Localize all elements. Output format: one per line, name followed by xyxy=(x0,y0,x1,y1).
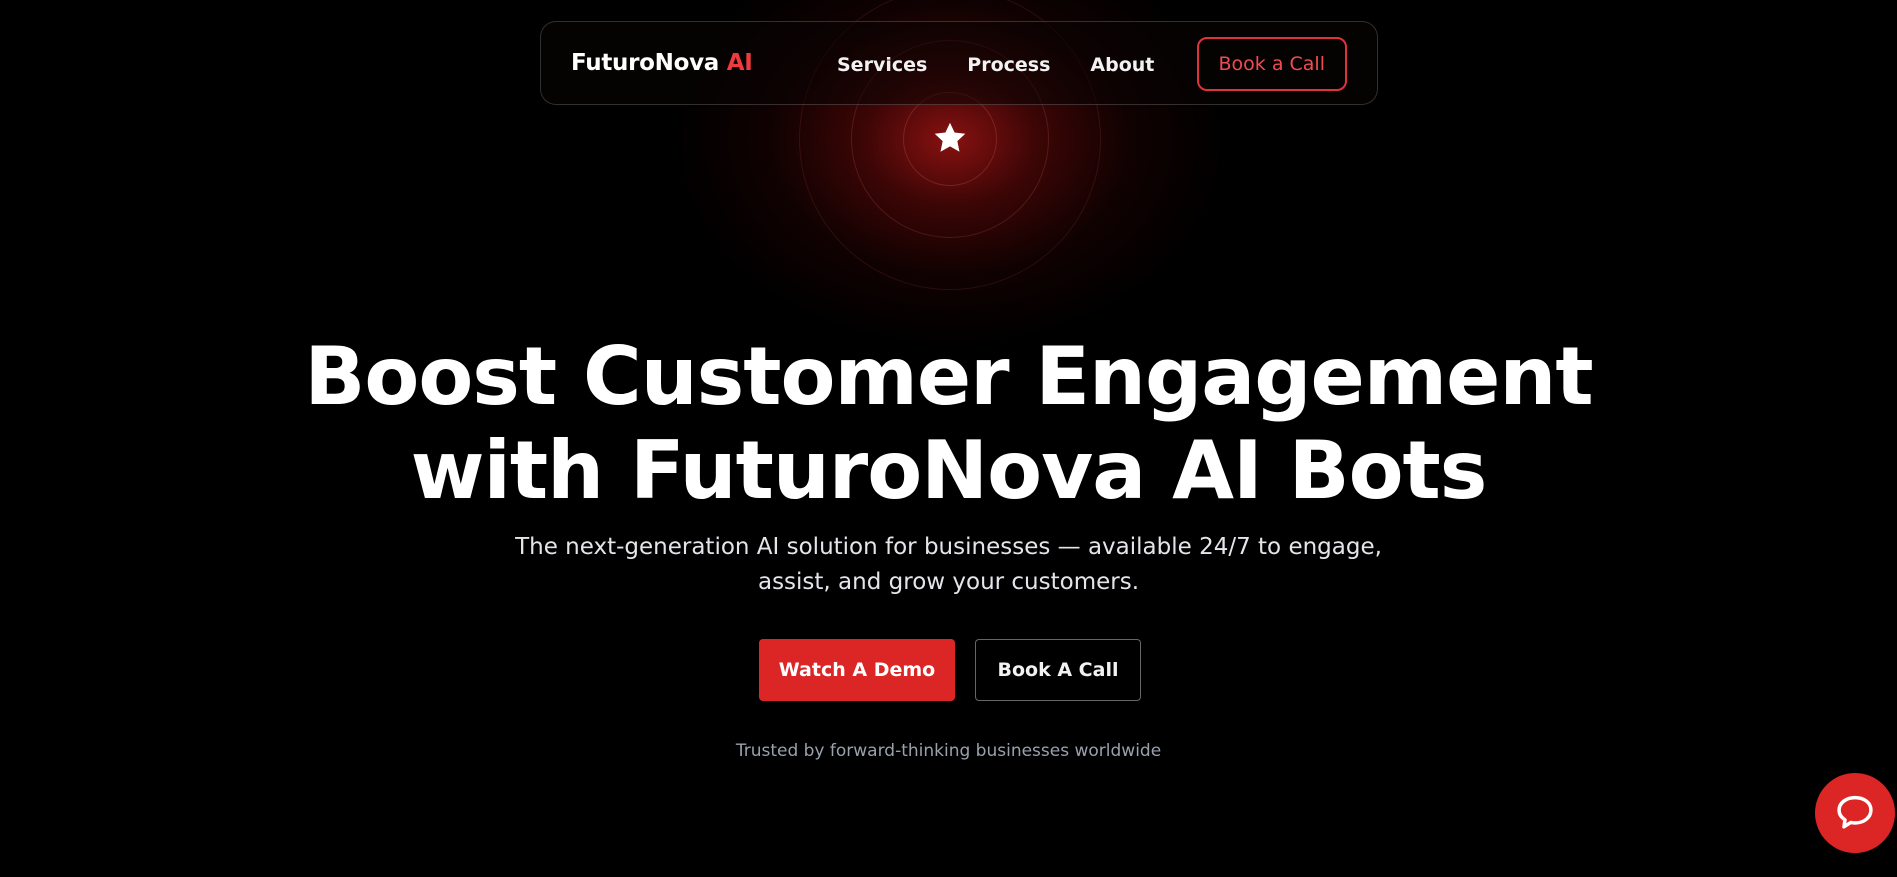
watch-demo-button[interactable]: Watch A Demo xyxy=(759,639,955,701)
brand-accent: AI xyxy=(726,50,753,76)
book-a-call-button[interactable]: Book A Call xyxy=(975,639,1141,701)
book-a-call-nav-button[interactable]: Book a Call xyxy=(1196,37,1347,91)
star-icon xyxy=(934,122,966,152)
hero-title-line: Boost Customer Engagement xyxy=(304,330,1593,423)
hero-title-line: with FuturoNova AI Bots xyxy=(410,424,1488,517)
nav-link-about[interactable]: About xyxy=(1090,54,1154,76)
brand-name: FuturoNova xyxy=(571,50,720,76)
nav-link-services[interactable]: Services xyxy=(837,54,927,76)
nav-links: Services Process About xyxy=(837,54,1154,76)
chat-widget-button[interactable] xyxy=(1815,773,1895,853)
hero-title: Boost Customer Engagement with FuturoNov… xyxy=(0,330,1897,518)
chat-bubble-icon xyxy=(1837,795,1873,829)
hero-subtitle-line: The next-generation AI solution for busi… xyxy=(515,534,1382,560)
nav-link-process[interactable]: Process xyxy=(967,54,1050,76)
landing-page: FuturoNova AI Services Process About Boo… xyxy=(0,0,1897,877)
top-navbar: FuturoNova AI Services Process About Boo… xyxy=(540,21,1378,105)
trusted-tagline: Trusted by forward-thinking businesses w… xyxy=(735,741,1162,761)
brand-logo[interactable]: FuturoNova AI xyxy=(571,50,753,76)
hero-subtitle: The next-generation AI solution for busi… xyxy=(0,530,1897,600)
hero-subtitle-line: assist, and grow your customers. xyxy=(757,569,1140,595)
